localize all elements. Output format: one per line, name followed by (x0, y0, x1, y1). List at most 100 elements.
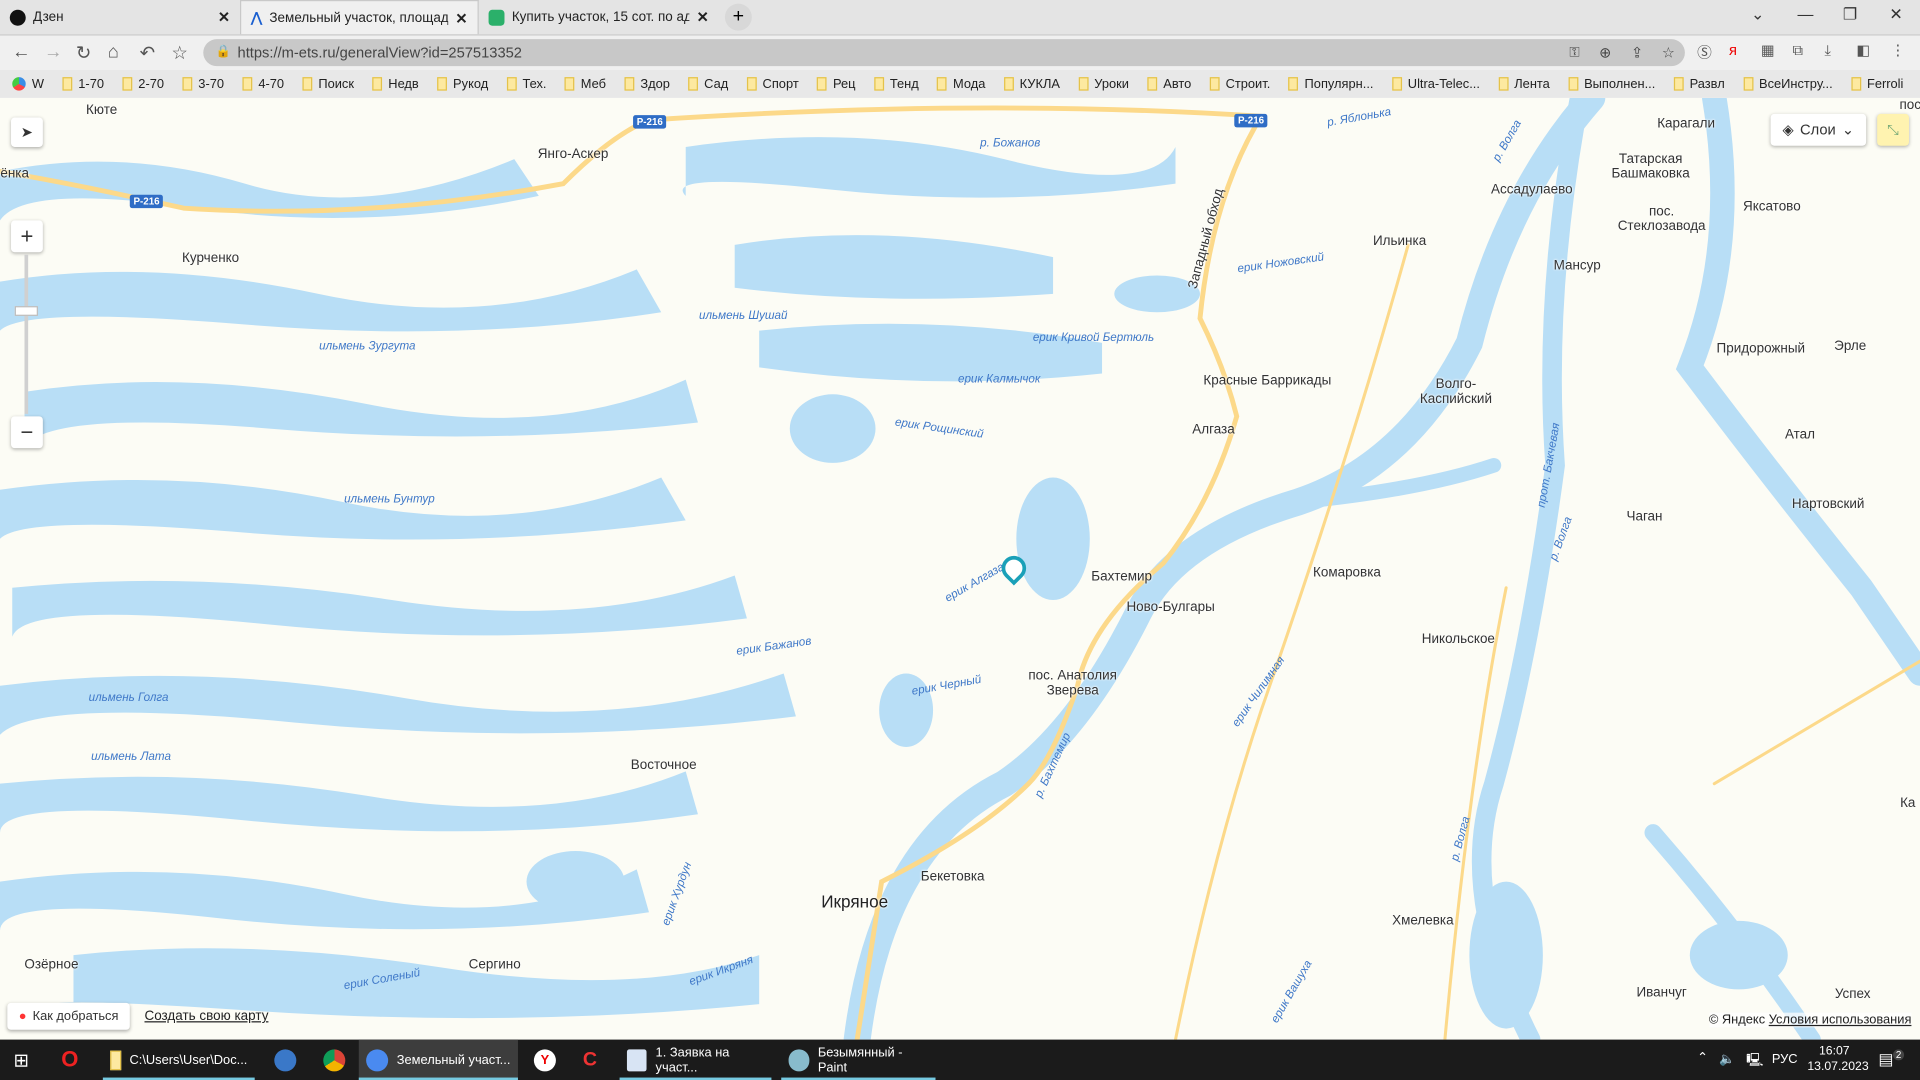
tab-label: Дзен (33, 9, 64, 25)
bookmark-star-icon[interactable]: ☆ (171, 42, 187, 64)
bookmark-label: Недв (388, 76, 419, 92)
word-doc-icon (626, 1048, 647, 1071)
taskbar-label: 1. Заявка на участ... (655, 1045, 730, 1075)
bookmark-item[interactable]: Рец (817, 77, 856, 91)
bookmark-item[interactable]: Сад (688, 77, 728, 91)
new-tab-button[interactable]: + (724, 3, 752, 31)
map[interactable]: Р-216 Р-216 Р-216 Кюте Янго-Аскер Курченко… (0, 97, 1920, 1040)
restore-button[interactable]: ❐ (1843, 5, 1857, 25)
menu-icon[interactable]: ⋮ (1891, 42, 1906, 59)
bookmark-label: Рукод (453, 76, 489, 92)
address-bar[interactable]: 🔒 https://m-ets.ru/generalView?id=2575133… (203, 39, 1685, 67)
key-icon[interactable]: ⚿ (1569, 39, 1579, 66)
reload-icon[interactable]: ↻ (76, 42, 91, 64)
chrome-button[interactable] (316, 1040, 353, 1080)
zoom-slider[interactable] (14, 254, 38, 414)
tab-land-plot[interactable]: ⋀ Земельный участок, площадь (м ✕ (240, 0, 479, 35)
start-button[interactable]: ⊞ (6, 1040, 43, 1080)
bookmark-item[interactable]: Развл (1673, 77, 1725, 91)
minimize-button[interactable]: — (1798, 5, 1814, 23)
zoom-slider-handle[interactable] (14, 306, 38, 316)
bookmark-item[interactable]: 1-70 (62, 77, 104, 91)
bookmark-item[interactable]: КУКЛА (1003, 77, 1060, 91)
zoom-icon[interactable]: ⊕ (1599, 39, 1611, 66)
dzen-icon (9, 9, 26, 26)
bookmark-item[interactable]: Уроки (1078, 76, 1129, 92)
place-label: Комаровка (1312, 565, 1381, 581)
crop-icon[interactable]: ⧉ (1793, 42, 1804, 60)
undo-icon[interactable]: ↶ (140, 42, 155, 64)
close-tab-icon[interactable]: ✕ (697, 9, 709, 26)
tab-dzen[interactable]: Дзен ✕ (0, 0, 240, 34)
layers-button[interactable]: ◈ Слои ⌄ (1770, 113, 1867, 146)
bookmark-item[interactable]: Ferroli (1851, 77, 1903, 91)
bookmark-item[interactable]: Тех. (506, 76, 547, 92)
extensions-icon[interactable]: ▦ (1761, 42, 1775, 59)
yandex-button[interactable]: Y (527, 1040, 564, 1080)
home-icon[interactable]: ⌂ (108, 42, 119, 63)
taskbar-label: Безымянный - Paint (817, 1045, 903, 1075)
bookmark-item[interactable]: Строит. (1209, 77, 1270, 91)
zoom-in-button[interactable]: + (11, 220, 43, 253)
bookmark-item[interactable]: Недв (372, 76, 419, 92)
ccleaner-button[interactable]: C (576, 1040, 605, 1080)
bookmark-item[interactable]: Популярн... (1288, 77, 1373, 91)
clock[interactable]: 16:07 13.07.2023 (1807, 1043, 1868, 1075)
place-label: Атал (1784, 427, 1816, 443)
forward-icon[interactable]: → (44, 42, 62, 63)
fullscreen-button[interactable]: ⤡ (1877, 113, 1909, 146)
folder-icon (1568, 77, 1578, 91)
extension-icon[interactable]: Ⓢ (1697, 42, 1712, 63)
bookmark-item[interactable]: Выполнен... (1568, 77, 1655, 91)
bookmark-item[interactable]: Поиск (302, 77, 354, 91)
terms-link[interactable]: Условия использования (1769, 1013, 1912, 1028)
bookmark-label: Тех. (522, 76, 547, 92)
bookmark-item[interactable]: Авто (1147, 77, 1191, 91)
tab-label: Купить участок, 15 сот. по адресу (511, 9, 689, 25)
opera-button[interactable]: O (54, 1040, 86, 1080)
create-map-link[interactable]: Создать свою карту (144, 1009, 268, 1024)
back-icon[interactable]: ← (12, 42, 30, 63)
bookmark-item[interactable]: Тенд (873, 77, 919, 91)
volume-icon[interactable]: 🔈 (1719, 1051, 1735, 1067)
bookmark-label: Уроки (1094, 76, 1129, 92)
bookmark-item[interactable]: Мода (937, 76, 986, 92)
network-icon[interactable]: 🖳 (1746, 1051, 1763, 1073)
place-label: Ассадулаево (1491, 182, 1573, 198)
download-icon[interactable]: ⤓ (1824, 42, 1831, 60)
taskbar-word[interactable]: 1. Заявка на участ... (619, 1040, 772, 1080)
star-icon[interactable]: ☆ (1662, 39, 1675, 66)
notifications-icon[interactable]: ▤ 2 (1878, 1049, 1904, 1069)
browser-button[interactable] (267, 1040, 304, 1080)
language-indicator[interactable]: РУС (1772, 1052, 1798, 1067)
locate-me-button[interactable]: ➤ (11, 117, 43, 147)
bookmark-item[interactable]: Меб (564, 77, 606, 91)
taskbar-paint[interactable]: Безымянный - Paint (781, 1040, 936, 1080)
toolbar: ← → ↻ ⌂ ↶ ☆ 🔒 https://m-ets.ru/generalVie… (0, 34, 1920, 70)
bookmark-item[interactable]: ВсеИнстру... (1743, 77, 1833, 91)
sidebar-icon[interactable]: ◧ (1856, 42, 1870, 59)
place-label: Икряное (821, 891, 889, 912)
bookmark-item[interactable]: 3-70 (182, 77, 224, 91)
bookmark-item[interactable]: Рукод (437, 76, 489, 92)
tab-search-icon[interactable]: ⌄ (1751, 5, 1764, 25)
route-button[interactable]: ● Как добраться (7, 1002, 130, 1030)
bookmark-label: Мода (952, 76, 986, 92)
bookmark-item[interactable]: W (12, 77, 44, 91)
taskbar-explorer[interactable]: C:\Users\User\Doc... (102, 1040, 255, 1080)
bookmark-item[interactable]: Здор (624, 77, 670, 91)
close-tab-icon[interactable]: ✕ (218, 9, 230, 26)
tab-buy-plot[interactable]: Купить участок, 15 сот. по адресу ✕ (479, 0, 719, 34)
close-tab-icon[interactable]: ✕ (455, 9, 467, 26)
close-window-button[interactable]: ✕ (1889, 5, 1902, 25)
bookmark-item[interactable]: Ultra-Telec... (1391, 77, 1480, 91)
yandex-icon[interactable]: я (1729, 42, 1737, 59)
bookmark-item[interactable]: Лента (1498, 77, 1550, 91)
bookmark-item[interactable]: 2-70 (122, 77, 164, 91)
bookmark-item[interactable]: Спорт (746, 77, 799, 91)
tray-chevron-icon[interactable]: ⌃ (1697, 1051, 1708, 1066)
zoom-out-button[interactable]: − (11, 416, 43, 449)
bookmark-item[interactable]: 4-70 (242, 77, 284, 91)
share-icon[interactable]: ⇪ (1631, 39, 1643, 66)
taskbar-land-plot[interactable]: Земельный участ... (358, 1039, 518, 1080)
